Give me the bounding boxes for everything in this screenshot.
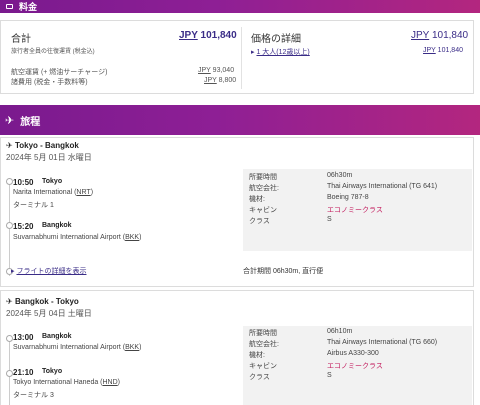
dep-airport: Narita International (NRT)	[13, 189, 93, 196]
airplane-icon: ✈	[6, 297, 13, 306]
fare-divider	[241, 27, 242, 89]
flight-date: 2024年 5月 04日 土曜日	[6, 309, 92, 318]
route-title: ✈ Tokyo - Bangkok	[6, 141, 79, 150]
total-label: 合計	[11, 34, 31, 45]
duration-label: 所要時間	[249, 174, 277, 181]
carrier-label: 航空会社:	[249, 185, 279, 192]
total-currency: JPY	[179, 30, 198, 41]
detail-price: JPY 101,840	[411, 30, 468, 41]
timeline-dot	[6, 222, 13, 229]
class-label: クラス	[249, 374, 270, 381]
dep-time: 10:50	[13, 178, 34, 187]
total-duration: 合計期間 06h30m, 直行便	[243, 268, 324, 275]
flight-card: ✈ Bangkok - Tokyo 2024年 5月 04日 土曜日 13:00…	[0, 290, 474, 405]
dep-airport-code: NRT	[76, 189, 91, 196]
aircraft-value: Airbus A330-300	[327, 350, 379, 357]
chevron-right-icon: ▸	[11, 268, 15, 275]
route-title: ✈ Bangkok - Tokyo	[6, 297, 79, 306]
dep-airport-code: BKK	[125, 344, 140, 351]
flight-date: 2024年 5月 01日 水曜日	[6, 153, 92, 162]
fare-line-currency: JPY	[204, 77, 217, 84]
fare-line-currency: JPY	[198, 67, 211, 74]
route-label: Tokyo - Bangkok	[14, 141, 79, 150]
arr-city: Tokyo	[42, 368, 63, 375]
arr-airport: Tokyo International Haneda (HND)	[13, 379, 120, 386]
itinerary-header-label: 旅程	[20, 116, 41, 128]
arr-airport-name: Suvarnabhumi International Airport (	[13, 234, 126, 241]
arr-airport-code: BKK	[125, 234, 140, 241]
timeline-dot	[6, 178, 13, 185]
arr-city: Bangkok	[42, 222, 72, 229]
dep-airport: Suvarnabhumi International Airport (BKK)	[13, 344, 141, 351]
duration-label: 所要時間	[249, 330, 277, 337]
price-detail-label: 価格の詳細	[251, 34, 301, 45]
fare-line-price: JPY 93,040	[198, 67, 234, 74]
fare-header: 料金	[0, 0, 480, 13]
flight-details-panel: 所要時間 06h30m 航空会社: Thai Airways Internati…	[243, 169, 472, 251]
dep-airport-name: Narita International (	[13, 189, 77, 196]
airplane-icon: ✈	[5, 114, 15, 127]
dep-airport-close: )	[139, 344, 142, 351]
cabin-value: エコノミークラス	[327, 207, 383, 214]
dep-time: 13:00	[13, 333, 34, 342]
fare-line-amount: 93,040	[212, 67, 235, 74]
dep-terminal: ターミナル 1	[13, 202, 54, 209]
aircraft-label: 機材:	[249, 352, 265, 359]
arr-airport-close: )	[139, 234, 142, 241]
detail-amount: 101,840	[431, 30, 469, 41]
arr-airport-code: HND	[102, 379, 118, 386]
timeline-dot	[6, 370, 13, 377]
flight-details-panel: 所要時間 06h10m 航空会社: Thai Airways Internati…	[243, 326, 472, 405]
total-price: JPY 101,840	[179, 30, 237, 41]
fare-header-label: 料金	[19, 2, 38, 12]
aircraft-value: Boeing 787-8	[327, 194, 369, 201]
fare-line-label: 諸費用 (税金・手数料等)	[11, 79, 88, 86]
dep-airport-name: Suvarnabhumi International Airport (	[13, 344, 126, 351]
timeline-dot	[6, 335, 13, 342]
arr-time: 15:20	[13, 222, 34, 231]
pax-currency: JPY	[423, 47, 436, 54]
fare-line-price: JPY 8,800	[204, 77, 236, 84]
show-flight-details-label: フライトの詳細を表示	[16, 268, 87, 275]
show-flight-details-link[interactable]: ▸ フライトの詳細を表示	[11, 266, 86, 276]
carrier-value: Thai Airways International (TG 641)	[327, 183, 438, 190]
arr-terminal: ターミナル 3	[13, 392, 54, 399]
duration-value: 06h30m	[327, 172, 353, 179]
flight-card: ✈ Tokyo - Bangkok 2024年 5月 01日 水曜日 10:50…	[0, 137, 474, 287]
cabin-value: エコノミークラス	[327, 363, 383, 370]
arr-airport-close: )	[117, 379, 121, 386]
arr-time: 21:10	[13, 368, 34, 377]
chevron-right-icon: ▸	[251, 49, 255, 56]
pax-amount: 101,840	[437, 47, 463, 54]
route-label: Bangkok - Tokyo	[14, 297, 79, 306]
dep-city: Tokyo	[42, 178, 63, 185]
cabin-label: キャビン	[249, 207, 277, 214]
fare-card: 合計 JPY 101,840 旅行者全員の往復運賃 (税金込) 航空運賃 (+ …	[0, 20, 474, 94]
arr-airport: Suvarnabhumi International Airport (BKK)	[13, 234, 141, 241]
carrier-label: 航空会社:	[249, 341, 279, 348]
arr-airport-name: Tokyo International Haneda (	[13, 379, 103, 386]
pax-breakdown-toggle[interactable]: ▸ 1 大人(12歳以上)	[251, 47, 310, 57]
pax-price: JPY 101,840	[423, 47, 463, 54]
carrier-value: Thai Airways International (TG 660)	[327, 339, 438, 346]
cabin-label: キャビン	[249, 363, 277, 370]
wallet-icon	[6, 4, 13, 9]
duration-value: 06h10m	[327, 328, 353, 335]
detail-currency: JPY	[411, 30, 430, 41]
total-amount: 101,840	[200, 30, 237, 41]
pax-label: 1 大人(12歳以上)	[256, 49, 310, 56]
fare-line-amount: 8,800	[218, 77, 237, 84]
dep-airport-close: )	[90, 189, 94, 196]
class-label: クラス	[249, 218, 270, 225]
fare-line-label: 航空運賃 (+ 燃油サーチャージ)	[11, 69, 108, 76]
class-value: S	[327, 372, 332, 379]
aircraft-label: 機材:	[249, 196, 265, 203]
total-note: 旅行者全員の往復運賃 (税金込)	[11, 49, 95, 55]
itinerary-header: ✈ 旅程	[0, 105, 480, 135]
airplane-icon: ✈	[6, 141, 13, 150]
class-value: S	[327, 216, 332, 223]
dep-city: Bangkok	[42, 333, 72, 340]
